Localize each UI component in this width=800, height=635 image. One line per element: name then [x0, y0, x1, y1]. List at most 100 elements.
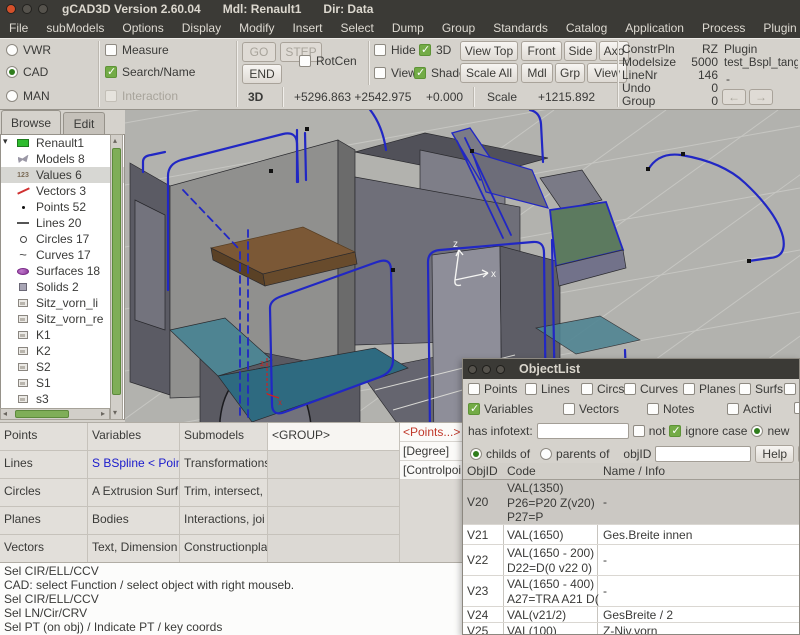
filter-planes-checkbox[interactable]: Planes — [683, 382, 736, 396]
catalog-variables-button[interactable]: Variables — [88, 423, 180, 451]
radio-checked-icon[interactable] — [470, 448, 482, 460]
menu-item-select[interactable]: Select — [331, 21, 382, 35]
tree-item-s3[interactable]: s3 — [1, 391, 124, 407]
view-checkbox[interactable]: View — [374, 66, 417, 80]
selection-points-item[interactable]: <Points...> — [400, 423, 462, 442]
tree-item-s1[interactable]: S1 — [1, 375, 124, 391]
tree-item-sitz-vorn-re[interactable]: Sitz_vorn_re — [1, 311, 124, 327]
filter-b-checkbox[interactable]: B — [784, 382, 800, 396]
menu-item-file[interactable]: File — [0, 21, 37, 35]
tab-edit[interactable]: Edit — [63, 112, 105, 134]
catalog-transformations-button[interactable]: Transformations — [180, 451, 268, 479]
tree-horizontal-scrollbar[interactable]: ◂ ▸ — [0, 408, 110, 420]
menu-item-dump[interactable]: Dump — [383, 21, 433, 35]
catalog-planes-button[interactable]: Planes — [0, 507, 88, 535]
catalog-vectors-button[interactable]: Vectors — [0, 535, 88, 563]
catalog-lines-button[interactable]: Lines — [0, 451, 88, 479]
catalog-submodels-button[interactable]: Submodels — [180, 423, 268, 451]
objid-input[interactable] — [655, 446, 751, 462]
expander-icon[interactable]: ▾ — [3, 136, 8, 147]
menu-item-display[interactable]: Display — [173, 21, 230, 35]
infotext-input[interactable] — [537, 423, 629, 439]
filter-extra-checkbox[interactable] — [794, 402, 800, 414]
tree-item-k1[interactable]: K1 — [1, 327, 124, 343]
tree-item-k2[interactable]: K2 — [1, 343, 124, 359]
tree-item-circles[interactable]: Circles 17 — [1, 231, 124, 247]
catalog-interactions-button[interactable]: Interactions, joi — [180, 507, 268, 535]
tree-item-renault1[interactable]: ▾ Renault1 — [1, 135, 124, 151]
end-button[interactable]: END — [242, 64, 282, 84]
radio-checked-icon[interactable] — [751, 425, 763, 437]
plugin-name[interactable]: test_Bspl_tang — [724, 57, 798, 69]
tree-item-solids[interactable]: Solids 2 — [1, 279, 124, 295]
catalog-trim-button[interactable]: Trim, intersect, r — [180, 479, 268, 507]
view-button[interactable]: View — [587, 63, 627, 83]
checkbox-icon[interactable] — [633, 425, 645, 437]
close-icon[interactable] — [468, 365, 477, 374]
filter-lines-checkbox[interactable]: Lines — [525, 382, 570, 396]
table-row-v24[interactable]: V24 VAL(v21/2) GesBreite / 2 — [463, 607, 799, 623]
close-window-icon[interactable] — [6, 4, 16, 14]
table-row-v22[interactable]: V22 VAL(1650 - 200)D22=D(0 v22 0) - — [463, 545, 799, 576]
menu-item-plugin[interactable]: Plugin — [754, 21, 800, 35]
scroll-down-icon[interactable]: ▾ — [113, 408, 117, 418]
tree-item-lines[interactable]: Lines 20 — [1, 215, 124, 231]
catalog-points-button[interactable]: Points — [0, 423, 88, 451]
side-button[interactable]: Side — [564, 41, 597, 61]
grp-button[interactable]: Grp — [555, 63, 585, 83]
tab-browse[interactable]: Browse — [1, 110, 61, 134]
hide-checkbox[interactable]: Hide — [374, 43, 416, 57]
tree-item-models[interactable]: Models 8 — [1, 151, 124, 167]
filter-surfs-checkbox[interactable]: Surfs — [739, 382, 783, 396]
catalog-constructionplane-button[interactable]: Constructionpla — [180, 535, 268, 563]
front-button[interactable]: Front — [521, 41, 562, 61]
menu-item-catalog[interactable]: Catalog — [557, 21, 616, 35]
scale-all-button[interactable]: Scale All — [460, 63, 518, 83]
rotcen-checkbox[interactable]: RotCen — [299, 54, 357, 68]
shade-checkbox[interactable]: Shade — [414, 66, 466, 80]
minimize-window-icon[interactable] — [22, 4, 32, 14]
scroll-right-icon[interactable]: ▸ — [101, 409, 105, 419]
tree-vertical-scrollbar[interactable]: ▴ ▾ — [110, 134, 123, 420]
tree-item-sitz-vorn-li[interactable]: Sitz_vorn_li — [1, 295, 124, 311]
measure-checkbox[interactable]: Measure — [105, 43, 169, 57]
tree-item-vectors[interactable]: Vectors 3 — [1, 183, 124, 199]
search-name-checkbox[interactable]: Search/Name — [105, 65, 195, 79]
catalog-bspline-button[interactable]: S BSpline < Point — [88, 451, 180, 479]
menu-item-standards[interactable]: Standards — [484, 21, 557, 35]
filter-curves-checkbox[interactable]: Curves — [624, 382, 678, 396]
catalog-text-dimension-button[interactable]: Text, Dimension — [88, 535, 180, 563]
table-row-v23[interactable]: V23 VAL(1650 - 400)A27=TRA A21 D( - — [463, 576, 799, 607]
mdl-button[interactable]: Mdl — [521, 63, 553, 83]
scroll-left-icon[interactable]: ◂ — [3, 409, 7, 419]
minimize-icon[interactable] — [482, 365, 491, 374]
catalog-extrusion-button[interactable]: A Extrusion Surf — [88, 479, 180, 507]
mode-cad-radio[interactable]: CAD — [6, 65, 48, 79]
filter-vectors-checkbox[interactable]: Vectors — [563, 402, 619, 416]
filter-notes-checkbox[interactable]: Notes — [647, 402, 694, 416]
view-top-button[interactable]: View Top — [460, 41, 518, 61]
catalog-bodies-button[interactable]: Bodies — [88, 507, 180, 535]
selection-controlpoints-item[interactable]: [Controlpoi — [400, 461, 462, 480]
menu-item-insert[interactable]: Insert — [283, 21, 331, 35]
selection-degree-item[interactable]: [Degree] — [400, 442, 462, 461]
catalog-group-cell[interactable]: <GROUP> — [268, 423, 400, 451]
menu-item-modify[interactable]: Modify — [230, 21, 283, 35]
catalog-circles-button[interactable]: Circles — [0, 479, 88, 507]
table-row-v21[interactable]: V21 VAL(1650) Ges.Breite innen — [463, 525, 799, 545]
help-button[interactable]: Help — [755, 445, 794, 463]
filter-circs-checkbox[interactable]: Circs — [581, 382, 624, 396]
menu-item-group[interactable]: Group — [433, 21, 484, 35]
mode-man-radio[interactable]: MAN — [6, 89, 50, 103]
tree-item-values[interactable]: 123Values 6 — [1, 167, 124, 183]
mode-vwr-radio[interactable]: VWR — [6, 43, 51, 57]
scroll-up-icon[interactable]: ▴ — [113, 136, 117, 146]
menu-item-process[interactable]: Process — [693, 21, 754, 35]
filter-variables-checkbox[interactable]: Variables — [468, 402, 533, 416]
tree-item-s2[interactable]: S2 — [1, 359, 124, 375]
radio-icon[interactable] — [540, 448, 552, 460]
menu-item-submodels[interactable]: subModels — [37, 21, 113, 35]
filter-activi-checkbox[interactable]: Activi — [727, 402, 772, 416]
objectlist-title-bar[interactable]: ObjectList — [463, 359, 799, 379]
table-row-v20[interactable]: V20 VAL(1350)P26=P20 Z(v20)P27=P - — [463, 480, 799, 525]
